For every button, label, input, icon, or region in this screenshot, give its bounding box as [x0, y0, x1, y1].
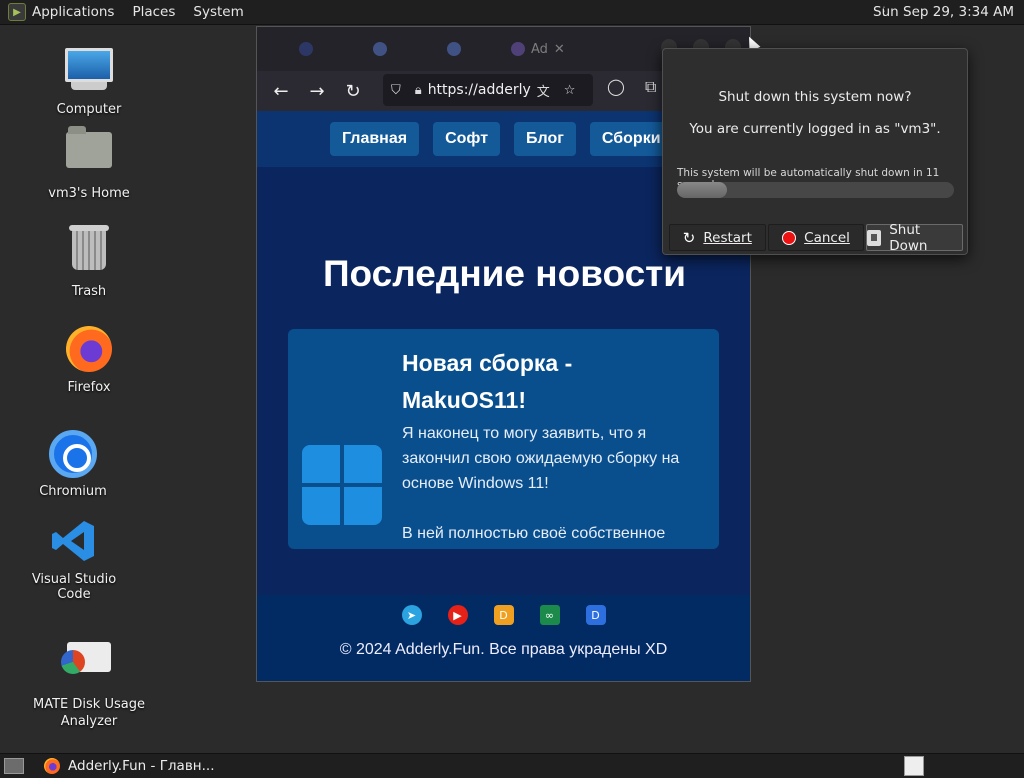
cancel-button[interactable]: Cancel — [767, 224, 865, 251]
extensions-icon[interactable]: ⧉ — [645, 77, 656, 97]
windows-logo-icon — [302, 445, 382, 525]
disk-usage-icon — [61, 642, 114, 692]
chromium-icon — [48, 430, 98, 480]
site-favicon-icon — [511, 42, 525, 56]
translate-icon[interactable]: 文 — [537, 81, 550, 100]
desktop-icon-label: vm3's Home — [48, 186, 130, 201]
tab-favicon-icon[interactable] — [447, 42, 461, 56]
telegram-icon[interactable]: ➤ — [401, 605, 422, 625]
url-text[interactable]: https://adderly — [428, 82, 531, 98]
firefox-icon — [64, 326, 114, 376]
clock[interactable]: Sun Sep 29, 3:34 AM — [873, 4, 1014, 20]
boosty-icon[interactable]: ∞ — [539, 605, 560, 625]
d-icon[interactable]: D — [585, 605, 606, 625]
mate-menu-icon[interactable]: ▶ — [8, 3, 26, 21]
taskbar-item-label: Adderly.Fun - Главн... — [68, 758, 215, 774]
top-panel: ▶ Applications Places System ⋮ Sun Sep 2… — [0, 0, 1024, 25]
news-card-paragraph: В ней полностью своё собственное — [402, 525, 666, 542]
desktop-icon-label: Chromium — [39, 484, 107, 499]
site-nav-software[interactable]: Софт — [433, 122, 501, 156]
shutdown-icon — [867, 229, 882, 246]
workspace-switcher-icon[interactable] — [904, 756, 924, 776]
bookmark-star-icon[interactable]: ☆ — [564, 83, 576, 98]
bottom-panel: Adderly.Fun - Главн... — [0, 753, 1024, 778]
tab-close-icon[interactable]: ✕ — [554, 42, 565, 57]
tab-title: Ad — [531, 41, 548, 57]
reload-icon[interactable]: ↻ — [335, 73, 371, 109]
desktop-icon-computer[interactable]: Computer — [34, 44, 144, 117]
footer-copyright: © 2024 Adderly.Fun. Все права украдены X… — [339, 641, 668, 658]
dialog-title: Shut down this system now? — [718, 89, 912, 105]
forward-icon[interactable]: → — [299, 73, 335, 109]
shutdown-dialog: Shut down this system now? You are curre… — [662, 48, 968, 255]
cancel-label: Cancel — [804, 229, 850, 246]
desktop-icon-trash[interactable]: Trash — [34, 224, 144, 299]
desktop-icon-vscode[interactable]: Visual Studio Code — [14, 518, 134, 602]
trash-icon — [64, 225, 114, 280]
countdown-progress-fill — [677, 182, 727, 198]
tab-active[interactable]: Ad ✕ — [511, 42, 565, 57]
social-links: ➤ ▶ D ∞ D — [257, 605, 750, 625]
show-desktop-icon[interactable] — [4, 758, 24, 774]
lock-icon[interactable]: 🔒︎ — [415, 83, 422, 98]
desktop-icon-chromium[interactable]: Chromium — [18, 428, 128, 499]
news-card[interactable]: Новая сборка - MakuOS11! Я наконец то мо… — [288, 329, 719, 549]
youtube-icon[interactable]: ▶ — [447, 605, 468, 625]
cancel-icon — [782, 230, 797, 245]
taskbar-item-firefox[interactable]: Adderly.Fun - Главн... — [38, 755, 220, 777]
tab-favicon-icon[interactable] — [299, 42, 313, 56]
restart-icon: ↻ — [682, 228, 696, 247]
desktop-icon-disk-usage[interactable]: MATE Disk Usage Analyzer — [24, 628, 154, 730]
news-card-title[interactable]: Новая сборка - MakuOS11! — [402, 345, 702, 419]
vscode-icon — [49, 518, 99, 568]
restart-button[interactable]: ↻ Restart — [669, 224, 766, 251]
countdown-progress — [677, 182, 954, 198]
restart-label: Restart — [703, 229, 752, 246]
donation-icon[interactable]: D — [493, 605, 514, 625]
tab-favicon-icon[interactable] — [373, 42, 387, 56]
site-nav-builds[interactable]: Сборки — [589, 122, 673, 156]
desktop-icon-label: Computer — [56, 102, 122, 117]
site-footer: ➤ ▶ D ∞ D © 2024 Adderly.Fun. Все права … — [257, 595, 750, 681]
menu-places[interactable]: Places — [132, 4, 175, 20]
news-card-paragraph: Я наконец то могу заявить, что я закончи… — [402, 425, 680, 492]
dialog-buttons: ↻ Restart Cancel Shut Down — [669, 221, 964, 254]
shutdown-label: Shut Down — [889, 221, 928, 254]
menu-applications[interactable]: Applications — [32, 4, 114, 20]
firefox-icon — [44, 758, 60, 774]
desktop-icon-label: Visual Studio Code — [31, 572, 117, 602]
desktop-icon-label: Trash — [71, 284, 107, 299]
desktop-icon-firefox[interactable]: Firefox — [34, 324, 144, 395]
page-headline: Последние новости — [322, 253, 687, 294]
url-bar[interactable]: ⛉ 🔒︎ https://adderly 文 ☆ — [383, 74, 593, 106]
desktop-icon-label: Firefox — [67, 380, 111, 395]
desktop-icon-label: MATE Disk Usage Analyzer — [33, 697, 145, 729]
dialog-subtitle: You are currently logged in as "vm3". — [689, 121, 941, 137]
back-icon[interactable]: ← — [263, 73, 299, 109]
shutdown-button[interactable]: Shut Down — [866, 221, 964, 254]
shield-icon[interactable]: ⛉ — [391, 83, 401, 98]
site-nav-blog[interactable]: Блог — [514, 122, 576, 156]
menu-system[interactable]: System — [193, 4, 243, 20]
account-icon[interactable]: ◯ — [607, 77, 625, 96]
site-nav-home[interactable]: Главная — [330, 122, 420, 156]
desktop-icon-home[interactable]: vm3's Home — [34, 124, 144, 201]
computer-icon — [64, 48, 114, 98]
home-folder-icon — [64, 126, 114, 182]
news-card-text: Я наконец то могу заявить, что я закончи… — [402, 421, 702, 546]
